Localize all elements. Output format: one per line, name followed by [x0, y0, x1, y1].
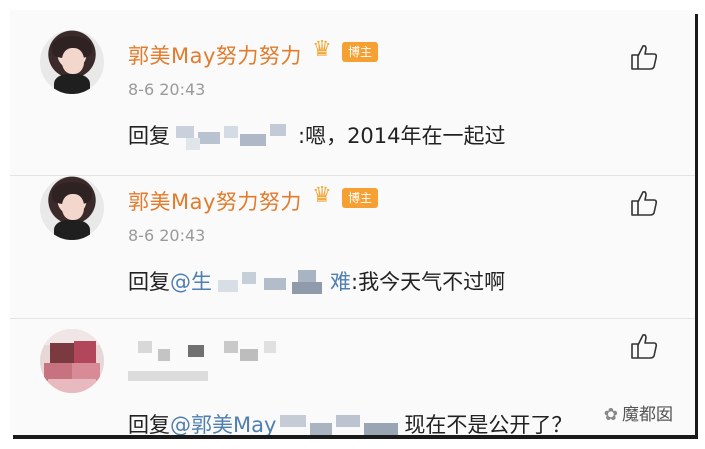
- crown-icon: ♛: [312, 37, 332, 62]
- crown-icon: ♛: [312, 183, 332, 208]
- comment-time: 8-6 20:43: [128, 226, 206, 245]
- mention-link[interactable]: @生: [170, 270, 212, 294]
- watermark: ✿ 魔都囡: [604, 400, 673, 425]
- reply-text: 回复@生 难:我今天气不过啊: [128, 266, 505, 298]
- comment-item: 回复@郭美May 现在不是公开了？: [10, 319, 695, 435]
- thumbs-up-icon[interactable]: [629, 42, 659, 72]
- watermark-text: 魔都囡: [622, 405, 673, 425]
- reply-prefix: 回复: [128, 124, 170, 148]
- thumbs-up-icon[interactable]: [629, 188, 659, 218]
- username[interactable]: 郭美May努力努力: [128, 186, 302, 216]
- avatar[interactable]: [40, 176, 104, 240]
- reply-prefix: 回复: [128, 413, 170, 435]
- comment-item: 郭美May努力努力 ♛ 博主 8-6 20:43 回复 :嗯，2014年在一起过: [10, 30, 695, 176]
- redacted-mention: [170, 122, 298, 152]
- comment-item: 郭美May努力努力 ♛ 博主 8-6 20:43 回复@生 难:我今天气不过啊: [10, 176, 695, 319]
- avatar[interactable]: [40, 329, 104, 393]
- redacted-mention: [276, 411, 404, 435]
- reply-body: 现在不是公开了？: [404, 413, 573, 435]
- avatar[interactable]: [40, 30, 104, 94]
- username[interactable]: 郭美May努力努力: [128, 40, 302, 70]
- redacted-time: [128, 369, 218, 385]
- redacted-username: [128, 335, 288, 365]
- comment-list: 郭美May努力努力 ♛ 博主 8-6 20:43 回复 :嗯，2014年在一起过…: [10, 10, 695, 435]
- mention-link[interactable]: @郭美May: [170, 413, 276, 435]
- thumbs-up-icon[interactable]: [629, 331, 659, 361]
- reply-text: 回复 :嗯，2014年在一起过: [128, 120, 506, 152]
- reply-body: :嗯，2014年在一起过: [298, 124, 506, 148]
- author-badge: 博主: [342, 188, 378, 208]
- mention-link[interactable]: 难: [330, 270, 351, 294]
- comment-time: 8-6 20:43: [128, 80, 206, 99]
- reply-text: 回复@郭美May 现在不是公开了？: [128, 409, 572, 435]
- reply-prefix: 回复: [128, 270, 170, 294]
- author-badge: 博主: [342, 42, 378, 62]
- wechat-icon: ✿: [603, 405, 618, 425]
- reply-body: :我今天气不过啊: [351, 270, 506, 294]
- redacted-mention: [212, 268, 330, 298]
